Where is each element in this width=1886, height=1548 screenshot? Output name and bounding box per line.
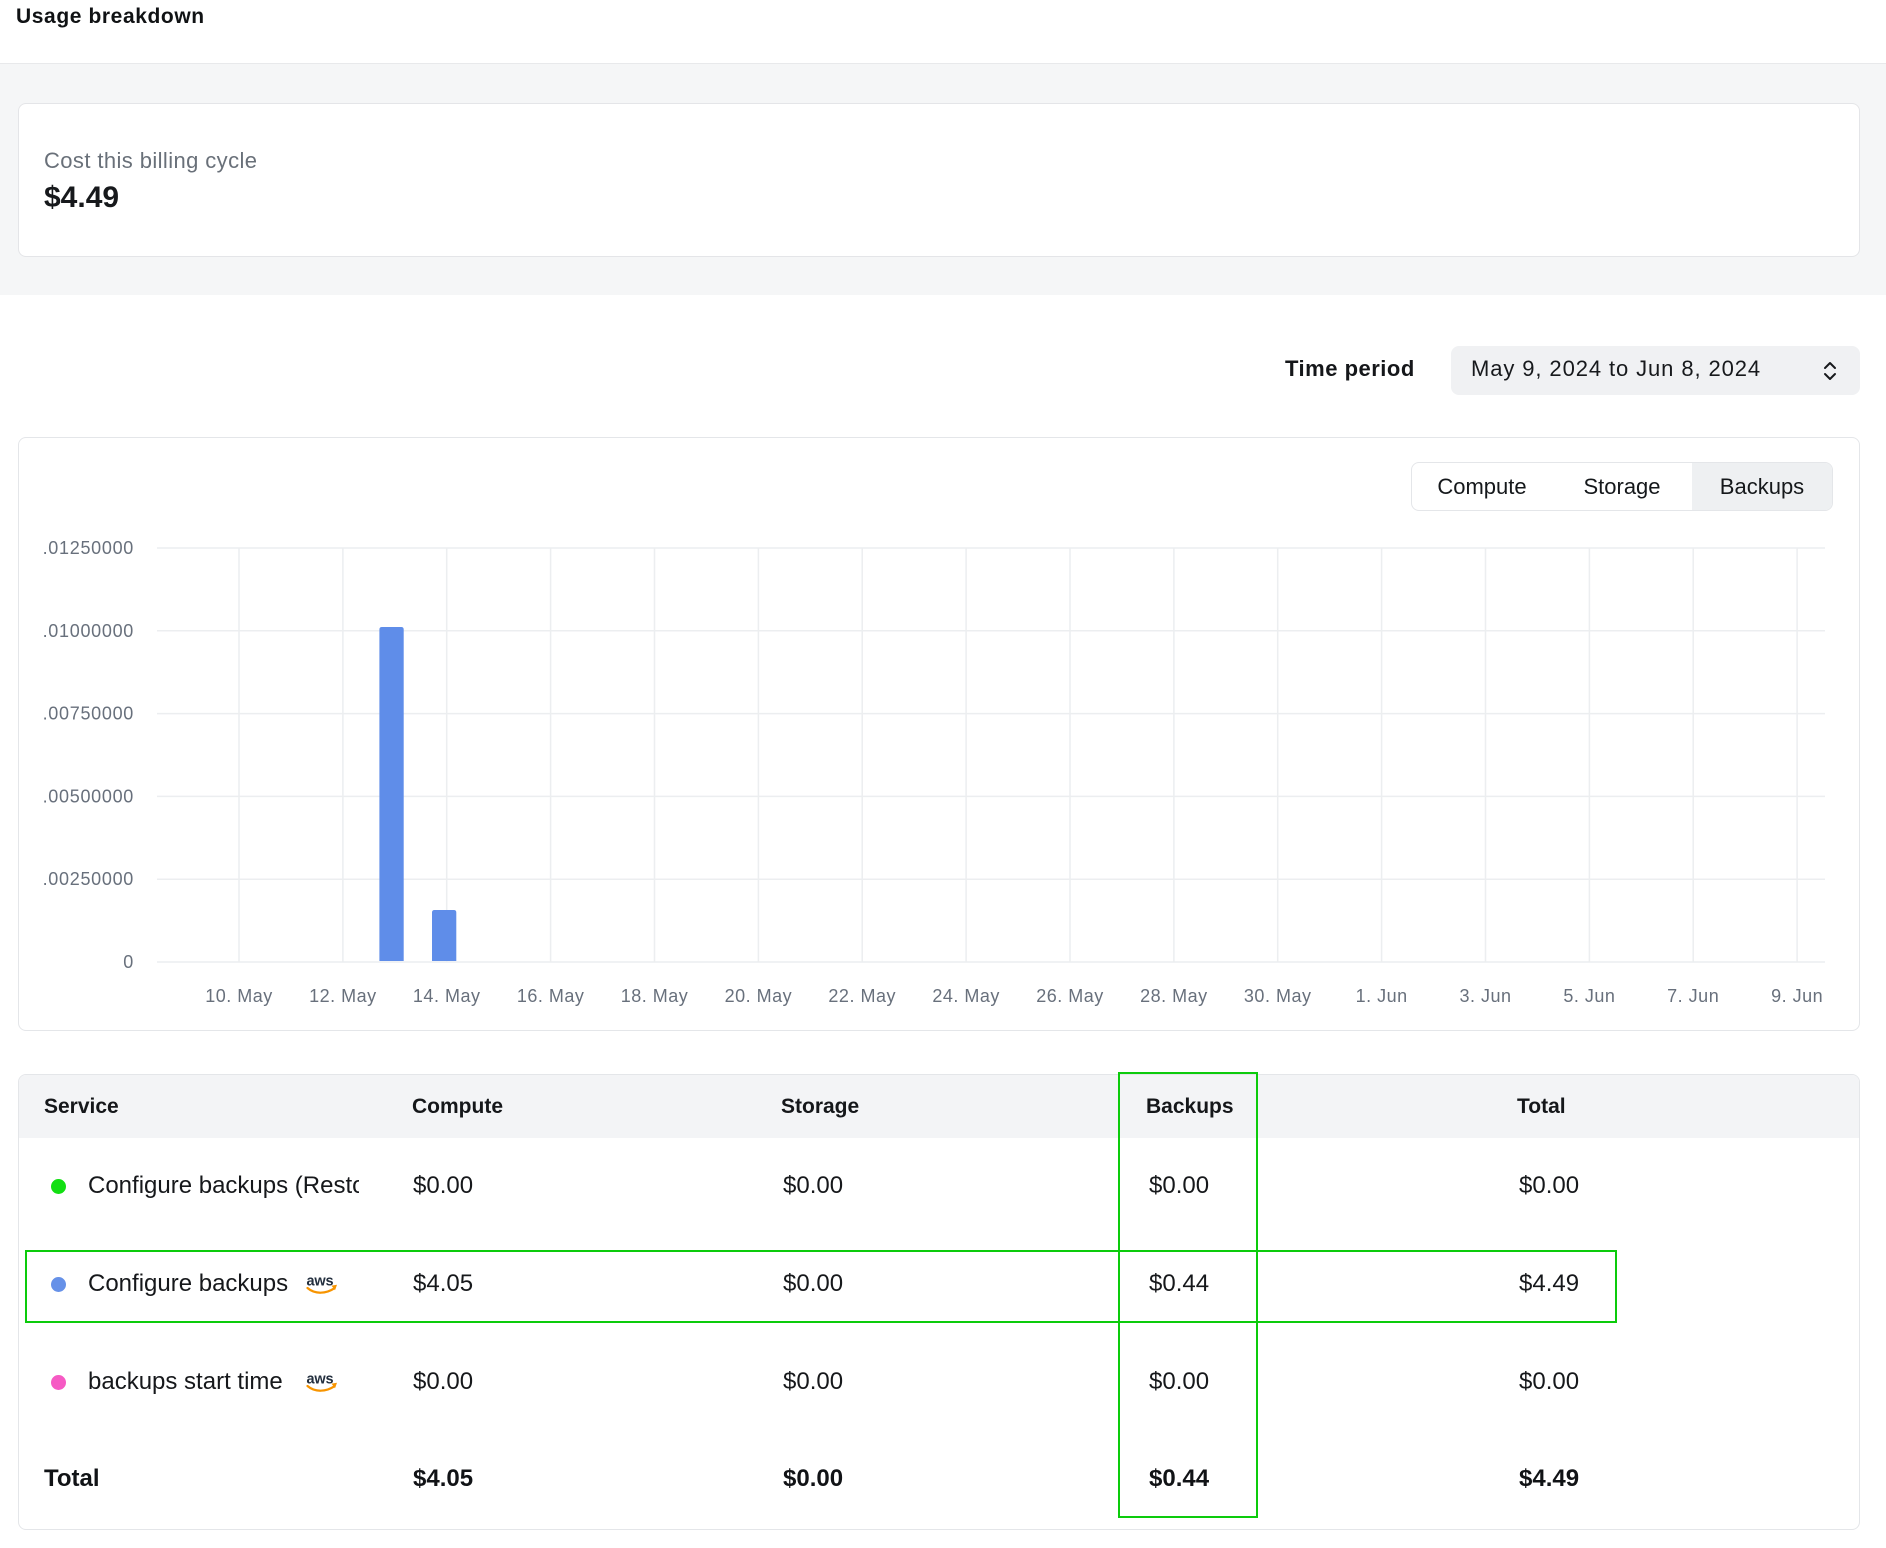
svg-text:.01000000: .01000000: [43, 621, 134, 641]
svg-text:.00750000: .00750000: [43, 704, 134, 724]
svg-text:12. May: 12. May: [309, 986, 377, 1006]
svg-text:5. Jun: 5. Jun: [1563, 986, 1615, 1006]
svg-text:.00500000: .00500000: [43, 786, 134, 806]
svg-text:18. May: 18. May: [621, 986, 689, 1006]
svg-text:9. Jun: 9. Jun: [1771, 986, 1823, 1006]
svg-text:3. Jun: 3. Jun: [1459, 986, 1511, 1006]
svg-text:28. May: 28. May: [1140, 986, 1208, 1006]
svg-text:aws: aws: [307, 1372, 334, 1388]
svg-text:7. Jun: 7. Jun: [1667, 986, 1719, 1006]
svg-text:1. Jun: 1. Jun: [1356, 986, 1408, 1006]
svg-text:10. May: 10. May: [205, 986, 273, 1006]
svg-text:14. May: 14. May: [413, 986, 481, 1006]
svg-text:26. May: 26. May: [1036, 986, 1104, 1006]
svg-text:.00250000: .00250000: [43, 869, 134, 889]
svg-text:0: 0: [123, 952, 134, 972]
svg-text:22. May: 22. May: [828, 986, 896, 1006]
svg-text:24. May: 24. May: [932, 986, 1000, 1006]
svg-text:.01250000: .01250000: [43, 538, 134, 558]
svg-text:30. May: 30. May: [1244, 986, 1312, 1006]
svg-text:16. May: 16. May: [517, 986, 585, 1006]
svg-text:20. May: 20. May: [725, 986, 793, 1006]
